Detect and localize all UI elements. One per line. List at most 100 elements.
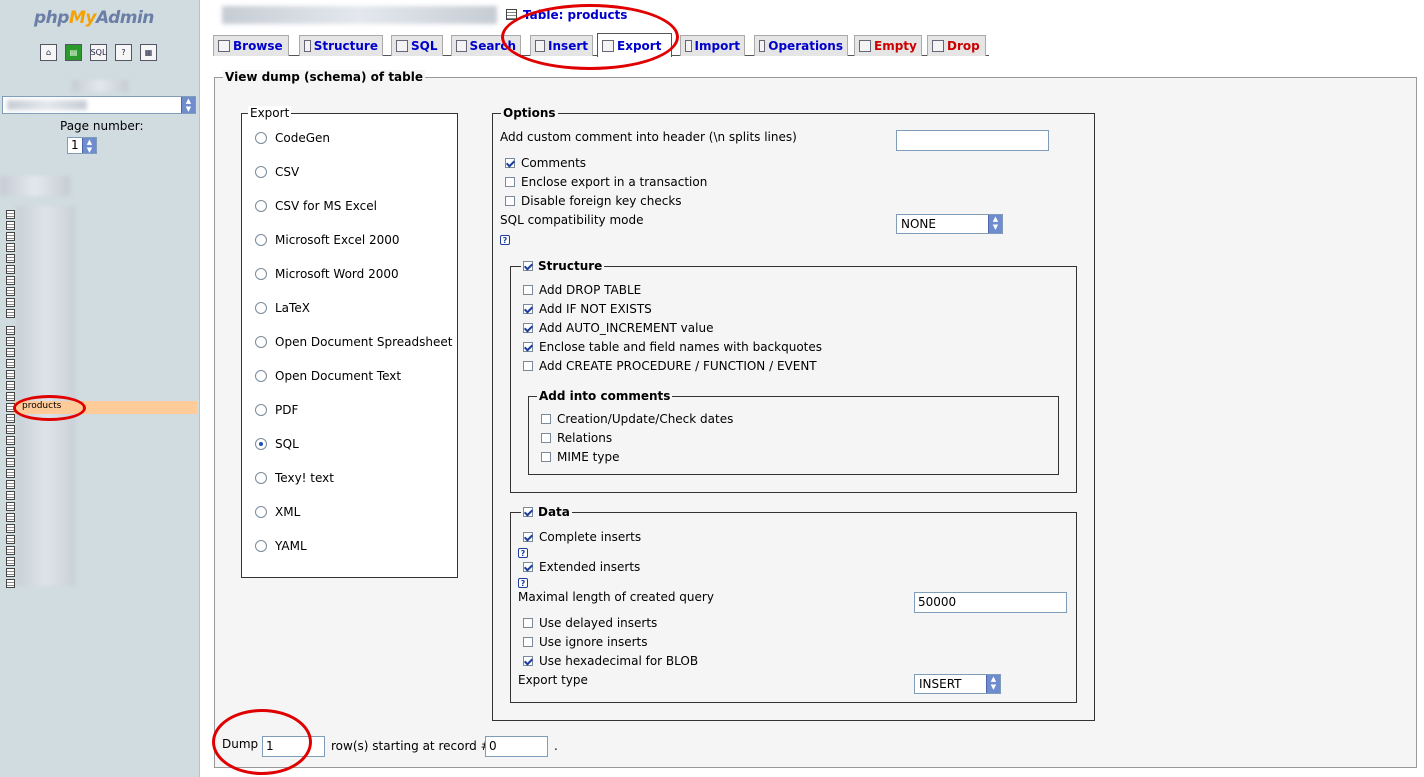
auto-increment-option[interactable]: Add AUTO_INCREMENT value	[523, 321, 713, 335]
table-icon[interactable]	[6, 447, 15, 456]
custom-comment-input[interactable]	[896, 130, 1049, 151]
table-icon[interactable]	[6, 436, 15, 445]
hex-blob-option[interactable]: Use hexadecimal for BLOB	[523, 654, 698, 668]
radio-word-2000[interactable]: Microsoft Word 2000	[255, 267, 399, 281]
page-number-select[interactable]: 1 ▲ ▼	[67, 137, 97, 154]
tab-sql[interactable]: SQL	[391, 35, 443, 56]
data-legend[interactable]: Data	[521, 505, 572, 519]
table-icon[interactable]	[6, 370, 15, 379]
phpmyadmin-logo[interactable]: phpMyAdmin	[34, 8, 154, 28]
table-icon[interactable]	[6, 403, 15, 412]
table-icon[interactable]	[6, 557, 15, 566]
radio-button[interactable]	[255, 438, 267, 450]
radio-button[interactable]	[255, 336, 267, 348]
checkbox[interactable]	[523, 637, 533, 647]
compat-mode-select[interactable]: NONE ▲ ▼	[896, 214, 1003, 234]
help-icon[interactable]: ?	[518, 548, 528, 558]
delayed-inserts-option[interactable]: Use delayed inserts	[523, 616, 657, 630]
tab-browse[interactable]: Browse	[213, 35, 289, 56]
table-icon[interactable]	[6, 298, 15, 307]
radio-button[interactable]	[255, 166, 267, 178]
database-select[interactable]: ▲ ▼	[2, 96, 196, 114]
comments-option[interactable]: Comments	[505, 156, 586, 170]
mime-type-option[interactable]: MIME type	[541, 450, 619, 464]
radio-sql[interactable]: SQL	[255, 437, 299, 451]
table-icon[interactable]	[6, 337, 15, 346]
table-icon[interactable]	[6, 425, 15, 434]
radio-excel-2000[interactable]: Microsoft Excel 2000	[255, 233, 400, 247]
tab-structure[interactable]: Structure	[299, 35, 383, 56]
help-icon[interactable]: ?	[500, 235, 510, 245]
checkbox[interactable]	[523, 656, 533, 666]
page-title[interactable]: Table: products	[506, 8, 627, 22]
table-icon[interactable]	[6, 265, 15, 274]
table-icon[interactable]	[6, 502, 15, 511]
checkbox[interactable]	[505, 158, 515, 168]
export-type-select[interactable]: INSERT ▲ ▼	[914, 674, 1001, 694]
radio-csv-excel[interactable]: CSV for MS Excel	[255, 199, 377, 213]
table-icon[interactable]	[6, 458, 15, 467]
radio-xml[interactable]: XML	[255, 505, 300, 519]
radio-latex[interactable]: LaTeX	[255, 301, 310, 315]
table-link-products[interactable]: products	[22, 401, 61, 411]
checkbox[interactable]	[505, 177, 515, 187]
checkbox[interactable]	[541, 433, 551, 443]
radio-texy[interactable]: Texy! text	[255, 471, 334, 485]
table-icon[interactable]	[6, 221, 15, 230]
backquotes-option[interactable]: Enclose table and field names with backq…	[523, 340, 822, 354]
checkbox[interactable]	[523, 618, 533, 628]
table-icon[interactable]	[6, 232, 15, 241]
table-icon[interactable]	[6, 392, 15, 401]
checkbox[interactable]	[523, 532, 533, 542]
table-icon[interactable]	[6, 480, 15, 489]
if-not-exists-option[interactable]: Add IF NOT EXISTS	[523, 302, 652, 316]
foreign-key-option[interactable]: Disable foreign key checks	[505, 194, 682, 208]
table-icon[interactable]	[6, 210, 15, 219]
table-icon[interactable]	[6, 276, 15, 285]
checkbox[interactable]	[523, 304, 533, 314]
table-icon[interactable]	[6, 243, 15, 252]
home-icon[interactable]: ⌂	[40, 44, 57, 61]
checkbox[interactable]	[523, 342, 533, 352]
complete-inserts-option[interactable]: Complete inserts	[523, 530, 641, 544]
table-icon[interactable]	[6, 254, 15, 263]
radio-codegen[interactable]: CodeGen	[255, 131, 330, 145]
radio-button[interactable]	[255, 506, 267, 518]
max-query-input[interactable]: 50000	[914, 592, 1067, 613]
table-icon[interactable]	[6, 326, 15, 335]
tab-operations[interactable]: Operations	[754, 35, 848, 56]
drop-table-option[interactable]: Add DROP TABLE	[523, 283, 641, 297]
table-icon[interactable]	[6, 535, 15, 544]
create-procedure-option[interactable]: Add CREATE PROCEDURE / FUNCTION / EVENT	[523, 359, 817, 373]
data-checkbox[interactable]	[523, 507, 533, 517]
radio-button[interactable]	[255, 404, 267, 416]
checkbox[interactable]	[523, 285, 533, 295]
table-icon[interactable]	[6, 414, 15, 423]
table-icon[interactable]	[6, 579, 15, 588]
tab-export[interactable]: Export	[597, 33, 672, 57]
radio-button[interactable]	[255, 302, 267, 314]
tab-empty[interactable]: Empty	[854, 35, 922, 56]
checkbox[interactable]	[523, 323, 533, 333]
help-icon[interactable]: ?	[518, 578, 528, 588]
radio-yaml[interactable]: YAML	[255, 539, 307, 553]
radio-ods[interactable]: Open Document Spreadsheet	[255, 335, 452, 349]
tab-import[interactable]: Import	[680, 35, 745, 56]
radio-pdf[interactable]: PDF	[255, 403, 298, 417]
table-icon[interactable]	[6, 359, 15, 368]
relations-option[interactable]: Relations	[541, 431, 612, 445]
table-icon[interactable]	[6, 287, 15, 296]
transaction-option[interactable]: Enclose export in a transaction	[505, 175, 707, 189]
radio-button[interactable]	[255, 370, 267, 382]
radio-button[interactable]	[255, 132, 267, 144]
tab-drop[interactable]: Drop	[927, 35, 986, 56]
sql-icon[interactable]: SQL	[90, 44, 107, 61]
extended-inserts-option[interactable]: Extended inserts	[523, 560, 640, 574]
help-icon[interactable]: ?	[115, 44, 132, 61]
checkbox[interactable]	[523, 562, 533, 572]
radio-button[interactable]	[255, 200, 267, 212]
radio-odt[interactable]: Open Document Text	[255, 369, 401, 383]
structure-checkbox[interactable]	[523, 261, 533, 271]
radio-button[interactable]	[255, 234, 267, 246]
tab-insert[interactable]: Insert	[530, 35, 593, 56]
